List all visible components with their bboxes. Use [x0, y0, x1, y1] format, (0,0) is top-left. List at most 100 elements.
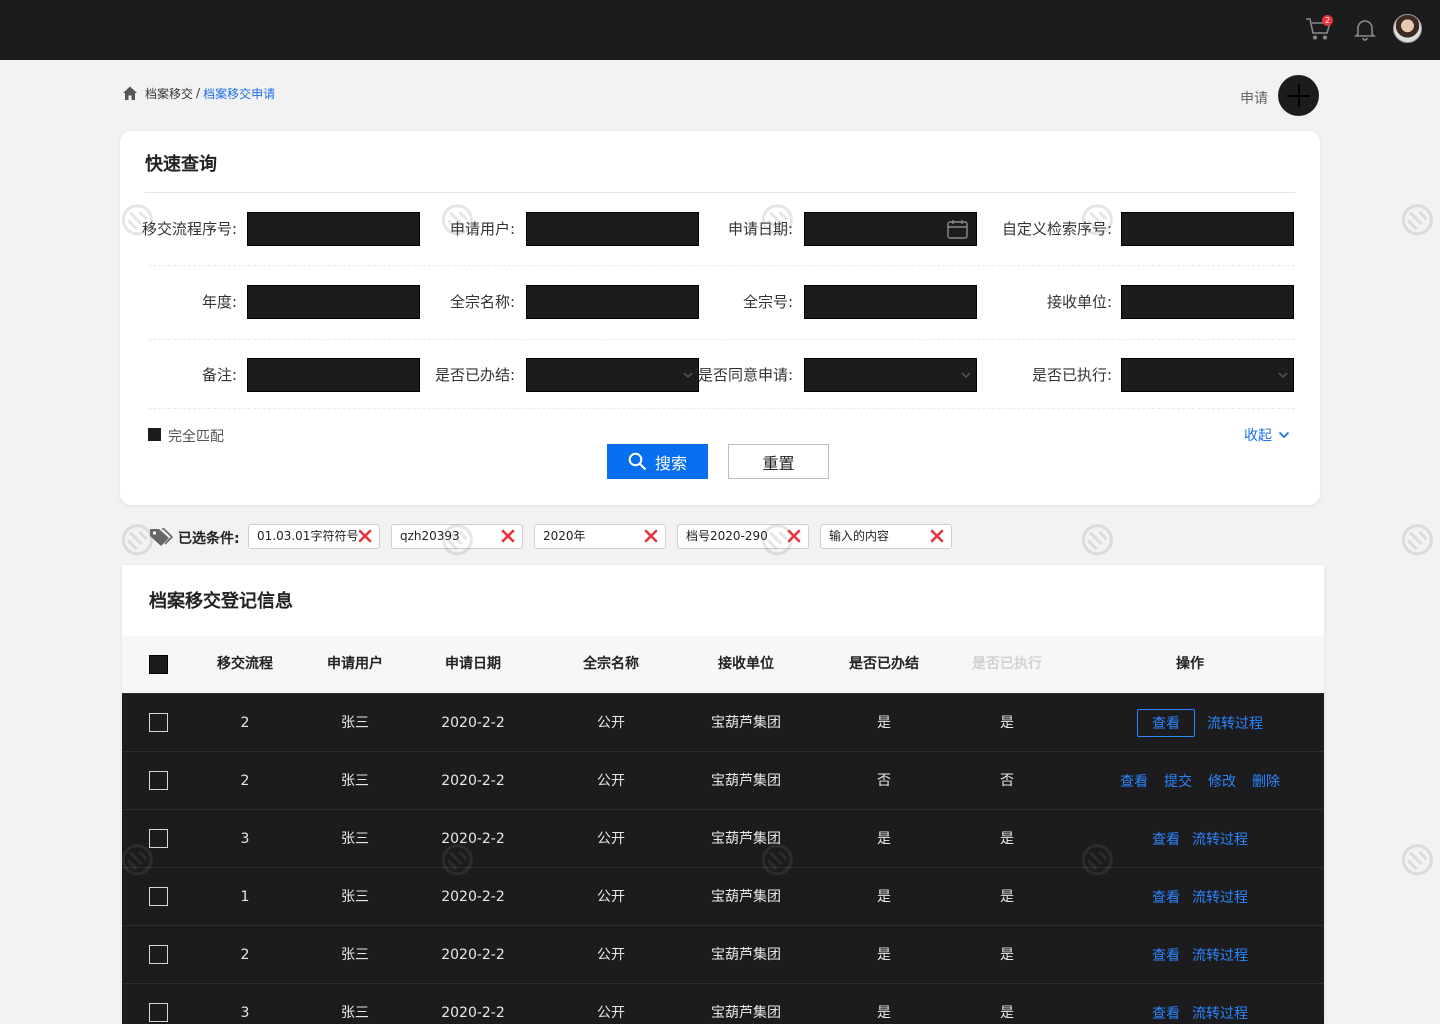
- cell-executed: 是: [1000, 889, 1014, 905]
- filter-tag: 01.03.01字符符号: [248, 524, 380, 549]
- row-divider: [148, 265, 1295, 266]
- field-label-executed: 是否已执行:: [1031, 366, 1112, 384]
- row-checkbox[interactable]: [149, 1003, 168, 1022]
- calendar-icon[interactable]: [947, 219, 968, 239]
- field-label-fonds-no: 全宗号:: [742, 293, 793, 311]
- apply-label: 申请: [1240, 91, 1268, 107]
- collapse-label: 收起: [1244, 428, 1272, 444]
- filter-tag-label: 01.03.01字符符号: [257, 529, 359, 543]
- cell-executed: 是: [1000, 1005, 1014, 1021]
- remove-icon[interactable]: [358, 529, 372, 543]
- cell-date: 2020-2-2: [441, 773, 505, 789]
- action-link[interactable]: 查看: [1152, 887, 1180, 907]
- cell-user: 张三: [341, 715, 369, 731]
- action-link[interactable]: 流转过程: [1192, 829, 1248, 849]
- cell-flow: 3: [240, 1005, 250, 1021]
- search-button[interactable]: 搜索: [607, 444, 708, 479]
- top-bar: [0, 0, 1440, 60]
- action-link[interactable]: 流转过程: [1207, 713, 1263, 733]
- bell-icon[interactable]: [1354, 17, 1376, 41]
- cell-flow: 3: [240, 831, 250, 847]
- action-link[interactable]: 修改: [1208, 771, 1236, 791]
- column-header[interactable]: 全宗名称: [571, 636, 651, 693]
- cell-date: 2020-2-2: [441, 889, 505, 905]
- cell-fonds: 公开: [597, 715, 625, 731]
- field-label-finished: 是否已办结:: [434, 366, 515, 384]
- breadcrumb-separator: /: [196, 86, 201, 100]
- receiver-input[interactable]: [1121, 285, 1294, 319]
- cell-fonds: 公开: [597, 889, 625, 905]
- column-header[interactable]: 是否已办结: [834, 636, 934, 693]
- breadcrumb-root[interactable]: 档案移交: [145, 85, 193, 102]
- row-checkbox[interactable]: [149, 945, 168, 964]
- breadcrumb-current[interactable]: 档案移交申请: [203, 85, 275, 102]
- exact-match-checkbox[interactable]: [148, 428, 161, 441]
- select-all-checkbox[interactable]: [149, 655, 168, 674]
- remove-icon[interactable]: [501, 529, 515, 543]
- chevron-down-icon: [961, 372, 971, 379]
- field-label-approved: 是否同意申请:: [697, 366, 793, 384]
- avatar[interactable]: [1393, 14, 1422, 43]
- field-label-year: 年度:: [201, 293, 237, 311]
- filter-tag: 输入的内容: [820, 524, 952, 549]
- filter-tag-label: qzh20393: [400, 529, 460, 543]
- action-link[interactable]: 查看: [1152, 1003, 1180, 1023]
- cell-fonds: 公开: [597, 947, 625, 963]
- collapse-toggle[interactable]: 收起: [1244, 425, 1290, 445]
- apply-date-input[interactable]: [804, 212, 977, 246]
- table-row: 3 张三 2020-2-2 公开 宝葫芦集团 是 是 查看 流转过程: [122, 809, 1324, 867]
- action-link[interactable]: 提交: [1164, 771, 1192, 791]
- apply-add-button[interactable]: [1278, 75, 1319, 116]
- remove-icon[interactable]: [787, 529, 801, 543]
- executed-select[interactable]: [1121, 358, 1294, 392]
- filter-tag-label: 2020年: [543, 529, 586, 543]
- row-checkbox[interactable]: [149, 887, 168, 906]
- cell-unit: 宝葫芦集团: [711, 1005, 781, 1021]
- column-header[interactable]: 申请日期: [433, 636, 513, 693]
- action-link[interactable]: 查看: [1152, 829, 1180, 849]
- column-header[interactable]: 接收单位: [706, 636, 786, 693]
- cell-executed: 是: [1000, 947, 1014, 963]
- filter-tag-label: 档号2020-290: [686, 529, 768, 543]
- table-header: 移交流程 申请用户 申请日期 全宗名称 接收单位 是否已办结 是否已执行 操作: [122, 636, 1324, 693]
- action-link[interactable]: 查看: [1120, 771, 1148, 791]
- action-link[interactable]: 查看: [1137, 709, 1195, 737]
- field-label-receiver: 接收单位:: [1046, 293, 1112, 311]
- cell-unit: 宝葫芦集团: [711, 715, 781, 731]
- remove-icon[interactable]: [930, 529, 944, 543]
- row-checkbox[interactable]: [149, 713, 168, 732]
- breadcrumb: 档案移交 / 档案移交申请: [122, 84, 275, 102]
- field-label-remark: 备注:: [201, 366, 237, 384]
- search-label: 搜索: [654, 455, 687, 473]
- table-row: 2 张三 2020-2-2 公开 宝葫芦集团 否 否 查看 提交 修改 删除: [122, 751, 1324, 809]
- action-link[interactable]: 删除: [1252, 771, 1280, 791]
- action-link[interactable]: 流转过程: [1192, 1003, 1248, 1023]
- filter-tag: 2020年: [534, 524, 666, 549]
- approved-select[interactable]: [804, 358, 977, 392]
- cell-fonds: 公开: [597, 773, 625, 789]
- watermark-logo: [1401, 844, 1433, 876]
- column-header[interactable]: 是否已执行: [957, 636, 1057, 693]
- cell-user: 张三: [341, 889, 369, 905]
- row-checkbox[interactable]: [149, 829, 168, 848]
- cell-flow: 1: [240, 889, 250, 905]
- filter-tag: 档号2020-290: [677, 524, 809, 549]
- cell-executed: 是: [1000, 715, 1014, 731]
- list-title: 档案移交登记信息: [149, 591, 293, 612]
- reset-button[interactable]: 重置: [728, 444, 829, 479]
- row-checkbox[interactable]: [149, 771, 168, 790]
- column-header[interactable]: 移交流程: [205, 636, 285, 693]
- column-header[interactable]: 申请用户: [315, 636, 395, 693]
- cell-date: 2020-2-2: [441, 715, 505, 731]
- remove-icon[interactable]: [644, 529, 658, 543]
- action-link[interactable]: 流转过程: [1192, 887, 1248, 907]
- action-link[interactable]: 查看: [1152, 945, 1180, 965]
- cell-done: 是: [877, 831, 891, 847]
- action-link[interactable]: 流转过程: [1192, 945, 1248, 965]
- table-row: 2 张三 2020-2-2 公开 宝葫芦集团 是 是 查看 流转过程: [122, 693, 1324, 751]
- home-icon[interactable]: [122, 85, 138, 101]
- column-header: 操作: [1176, 656, 1204, 672]
- fonds-no-input[interactable]: [804, 285, 977, 319]
- filter-tag: qzh20393: [391, 524, 523, 549]
- custom-no-input[interactable]: [1121, 212, 1294, 246]
